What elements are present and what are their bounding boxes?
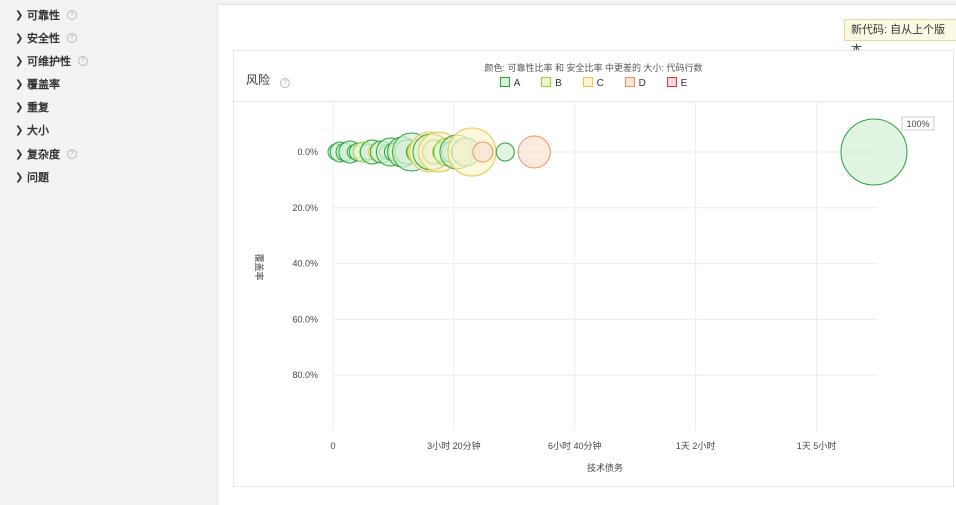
bubble (495, 142, 515, 162)
x-axis-title: 技术债务 (587, 462, 623, 473)
bubble (840, 118, 908, 186)
bubble (472, 141, 494, 163)
y-tick-label: 0.0% (297, 147, 318, 157)
legend-swatch (624, 77, 635, 87)
legend-label: D (638, 78, 646, 89)
y-tick-label: 20.0% (292, 203, 318, 213)
sidebar-item-coverage[interactable]: ❯ 覆盖率 (15, 75, 60, 93)
legend-item-b[interactable]: B (541, 77, 562, 89)
sidebar-item-label: 安全性 (27, 33, 60, 45)
x-tick-label: 1天 2小时 (676, 440, 716, 451)
bubble-label: 100% (906, 119, 929, 129)
sidebar-item-duplications[interactable]: ❯ 重复 (15, 98, 49, 116)
legend-label: E (680, 78, 688, 89)
risk-chart-panel: 风险 ? 颜色: 可靠性比率 和 安全比率 中更差的 大小: 代码行数 A B … (233, 50, 954, 487)
chevron-right-icon: ❯ (15, 32, 24, 44)
chevron-right-icon: ❯ (15, 78, 24, 90)
help-icon[interactable]: ? (67, 149, 77, 159)
y-tick-label: 60.0% (292, 314, 318, 324)
legend-item-a[interactable]: A (499, 77, 521, 89)
legend-swatch (499, 77, 510, 87)
chevron-right-icon: ❯ (15, 124, 24, 136)
sidebar-item-security[interactable]: ❯ 安全性 ? (15, 29, 77, 47)
bubble-chart: 0.0% 20.0% 40.0% 60.0% 80.0% 0 3小时 20分钟 6小时 40分… (254, 102, 935, 473)
legend-title: 颜色: 可靠性比率 和 安全比率 中更差的 大小: 代码行数 (484, 63, 703, 73)
bubble (517, 135, 551, 169)
legend-label: C (596, 78, 604, 89)
x-tick-label: 1天 5小时 (797, 440, 837, 451)
panel-header: 风险 ? 颜色: 可靠性比率 和 安全比率 中更差的 大小: 代码行数 A B … (234, 51, 953, 102)
legend-swatch (582, 77, 593, 87)
help-icon[interactable]: ? (67, 10, 77, 20)
sidebar-item-label: 可靠性 (27, 10, 60, 22)
sidebar-item-issues[interactable]: ❯ 问题 (15, 168, 49, 186)
sidebar-item-size[interactable]: ❯ 大小 (15, 121, 49, 139)
sidebar-item-label: 覆盖率 (27, 79, 60, 91)
help-icon[interactable]: ? (67, 33, 77, 43)
sidebar-item-label: 复杂度 (27, 149, 60, 161)
sidebar-item-label: 问题 (27, 172, 49, 184)
sidebar-item-reliability[interactable]: ❯ 可靠性 ? (15, 6, 77, 24)
chevron-right-icon: ❯ (15, 9, 24, 21)
x-tick-label: 3小时 20分钟 (427, 440, 481, 451)
y-tick-label: 40.0% (292, 259, 318, 269)
legend-item-d[interactable]: D (624, 77, 646, 89)
legend-label: B (555, 78, 562, 89)
help-icon[interactable]: ? (78, 56, 88, 66)
chevron-right-icon: ❯ (15, 148, 24, 160)
sidebar-item-label: 可维护性 (27, 56, 71, 68)
chevron-right-icon: ❯ (15, 55, 24, 67)
sidebar-item-complexity[interactable]: ❯ 复杂度 ? (15, 145, 77, 163)
y-tick-label: 80.0% (292, 370, 318, 380)
y-axis-title: 覆盖率 (254, 253, 265, 280)
sidebar-item-maintainability[interactable]: ❯ 可维护性 ? (15, 52, 88, 70)
legend-swatch (666, 77, 677, 87)
chevron-right-icon: ❯ (15, 101, 24, 113)
x-tick-label: 0 (330, 441, 335, 451)
sidebar-item-label: 大小 (27, 125, 49, 137)
chevron-right-icon: ❯ (15, 171, 24, 183)
sidebar: ❯ 可靠性 ? ❯ 安全性 ? ❯ 可维护性 ? ❯ 覆盖率 ❯ 重复 ❯ 大小… (0, 0, 214, 504)
legend-swatch (541, 77, 552, 87)
sidebar-item-label: 重复 (27, 102, 49, 114)
x-tick-label: 6小时 40分钟 (548, 440, 602, 451)
legend-item-e[interactable]: E (666, 77, 688, 89)
legend-item-c[interactable]: C (582, 77, 604, 89)
main-content: 新代码: 自从上个版本 风险 ? 颜色: 可靠性比率 和 安全比率 中更差的 大… (217, 4, 956, 505)
new-code-period-button[interactable]: 新代码: 自从上个版本 (844, 19, 956, 56)
rating-legend: A B C D E (234, 77, 953, 89)
legend-label: A (513, 78, 521, 89)
